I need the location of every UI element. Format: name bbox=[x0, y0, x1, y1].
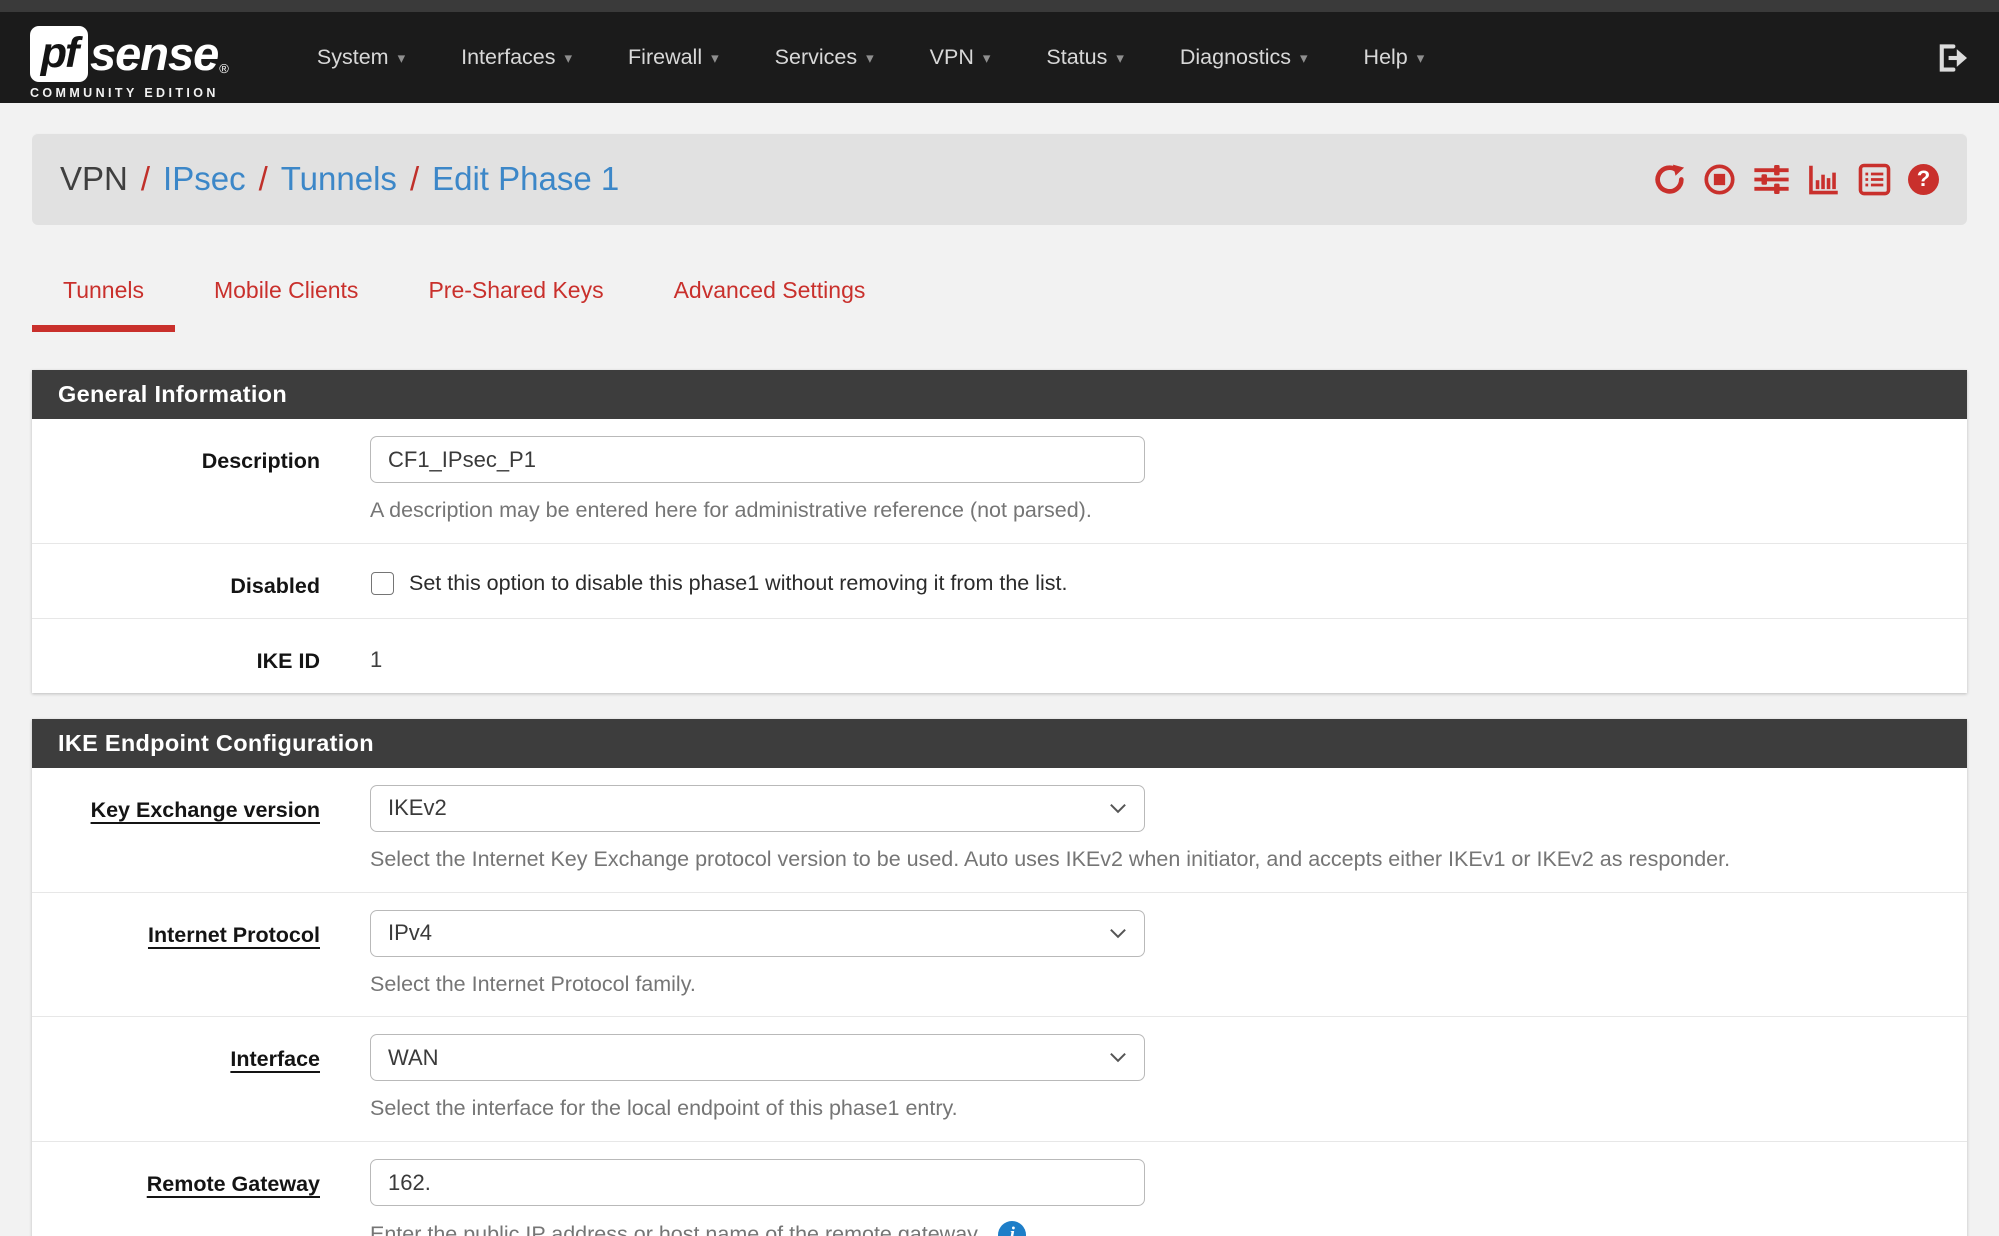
status-chart-icon[interactable] bbox=[1807, 163, 1841, 196]
interface-select[interactable]: WAN bbox=[370, 1034, 1145, 1081]
key-exchange-version-label: Key Exchange version bbox=[32, 785, 320, 873]
breadcrumb: VPN / IPsec / Tunnels / Edit Phase 1 bbox=[60, 160, 619, 198]
tab-pre-shared-keys[interactable]: Pre-Shared Keys bbox=[397, 277, 634, 332]
chevron-down-icon: ▾ bbox=[1417, 49, 1425, 67]
info-icon: i bbox=[998, 1221, 1026, 1236]
disabled-checkbox-label: Set this option to disable this phase1 w… bbox=[409, 571, 1067, 596]
menu-item-firewall[interactable]: Firewall▾ bbox=[600, 12, 747, 103]
section-title: IKE Endpoint Configuration bbox=[32, 719, 1967, 768]
remote-gateway-help: Enter the public IP address or host name… bbox=[370, 1221, 1967, 1236]
chevron-down-icon: ▾ bbox=[398, 49, 406, 67]
top-strip bbox=[0, 0, 1999, 12]
description-help: A description may be entered here for ad… bbox=[370, 498, 1967, 524]
form-row-key-exchange-version: Key Exchange version IKEv2 Select the In… bbox=[32, 768, 1967, 893]
interface-help: Select the interface for the local endpo… bbox=[370, 1096, 1967, 1122]
internet-protocol-select[interactable]: IPv4 bbox=[370, 910, 1145, 957]
description-label: Description bbox=[32, 436, 320, 524]
logout-icon[interactable] bbox=[1935, 43, 1969, 73]
refresh-icon[interactable] bbox=[1653, 163, 1686, 196]
sliders-icon[interactable] bbox=[1753, 163, 1790, 196]
tab-advanced-settings[interactable]: Advanced Settings bbox=[643, 277, 897, 332]
chevron-down-icon: ▾ bbox=[711, 49, 719, 67]
disabled-label: Disabled bbox=[32, 561, 320, 599]
chevron-down-icon bbox=[1109, 803, 1127, 814]
breadcrumb-link-edit-phase-1[interactable]: Edit Phase 1 bbox=[432, 160, 619, 198]
form-row-description: Description A description may be entered… bbox=[32, 419, 1967, 544]
remote-gateway-input[interactable] bbox=[370, 1159, 1145, 1206]
chevron-down-icon bbox=[1109, 1052, 1127, 1063]
chevron-down-icon bbox=[1109, 928, 1127, 939]
ike-id-label: IKE ID bbox=[32, 636, 320, 674]
pfsense-page: pf sense ® COMMUNITY EDITION System▾ Int… bbox=[0, 0, 1999, 1236]
disabled-checkbox[interactable] bbox=[371, 572, 394, 595]
menu-item-help[interactable]: Help▾ bbox=[1336, 12, 1453, 103]
menu-item-system[interactable]: System▾ bbox=[289, 12, 433, 103]
main-menu: System▾ Interfaces▾ Firewall▾ Services▾ … bbox=[289, 12, 1452, 103]
pfsense-logo[interactable]: pf sense ® COMMUNITY EDITION bbox=[30, 26, 229, 100]
chevron-down-icon: ▾ bbox=[866, 49, 874, 67]
top-navbar: pf sense ® COMMUNITY EDITION System▾ Int… bbox=[0, 12, 1999, 103]
menu-item-status[interactable]: Status▾ bbox=[1018, 12, 1151, 103]
brand-subtitle: COMMUNITY EDITION bbox=[30, 86, 229, 100]
form-row-internet-protocol: Internet Protocol IPv4 Select the Intern… bbox=[32, 893, 1967, 1018]
chevron-down-icon: ▾ bbox=[1116, 49, 1124, 67]
brand-registered-mark: ® bbox=[219, 61, 229, 76]
section-title: General Information bbox=[32, 370, 1967, 419]
breadcrumb-vpn: VPN bbox=[60, 160, 128, 198]
key-exchange-version-select[interactable]: IKEv2 bbox=[370, 785, 1145, 832]
menu-item-services[interactable]: Services▾ bbox=[747, 12, 902, 103]
chevron-down-icon: ▾ bbox=[1300, 49, 1308, 67]
tab-tunnels[interactable]: Tunnels bbox=[32, 277, 175, 332]
breadcrumb-link-tunnels[interactable]: Tunnels bbox=[281, 160, 397, 198]
selected-value: WAN bbox=[388, 1045, 439, 1071]
form-row-interface: Interface WAN Select the interface for t… bbox=[32, 1017, 1967, 1142]
chevron-down-icon: ▾ bbox=[565, 49, 573, 67]
form-row-ike-id: IKE ID 1 bbox=[32, 619, 1967, 693]
stop-icon[interactable] bbox=[1703, 163, 1736, 196]
breadcrumb-bar: VPN / IPsec / Tunnels / Edit Phase 1 bbox=[32, 133, 1967, 225]
form-row-remote-gateway: Remote Gateway Enter the public IP addre… bbox=[32, 1142, 1967, 1236]
brand-sense-text: sense bbox=[90, 26, 218, 81]
description-input[interactable] bbox=[370, 436, 1145, 483]
chevron-down-icon: ▾ bbox=[983, 49, 991, 67]
key-exchange-version-help: Select the Internet Key Exchange protoco… bbox=[370, 847, 1967, 873]
help-icon[interactable]: ? bbox=[1908, 164, 1939, 195]
interface-label: Interface bbox=[32, 1034, 320, 1122]
page-action-icons: ? bbox=[1653, 163, 1939, 196]
remote-gateway-label: Remote Gateway bbox=[32, 1159, 320, 1236]
selected-value: IKEv2 bbox=[388, 795, 447, 821]
panel-general-information: General Information Description A descri… bbox=[32, 370, 1967, 693]
pf-logo-box: pf bbox=[30, 26, 88, 82]
menu-item-diagnostics[interactable]: Diagnostics▾ bbox=[1152, 12, 1336, 103]
breadcrumb-link-ipsec[interactable]: IPsec bbox=[163, 160, 246, 198]
tab-mobile-clients[interactable]: Mobile Clients bbox=[183, 277, 389, 332]
internet-protocol-label: Internet Protocol bbox=[32, 910, 320, 998]
log-list-icon[interactable] bbox=[1858, 163, 1891, 196]
internet-protocol-help: Select the Internet Protocol family. bbox=[370, 972, 1967, 998]
panel-ike-endpoint-configuration: IKE Endpoint Configuration Key Exchange … bbox=[32, 719, 1967, 1236]
menu-item-vpn[interactable]: VPN▾ bbox=[902, 12, 1019, 103]
menu-item-interfaces[interactable]: Interfaces▾ bbox=[433, 12, 600, 103]
form-row-disabled: Disabled Set this option to disable this… bbox=[32, 544, 1967, 619]
tab-bar: Tunnels Mobile Clients Pre-Shared Keys A… bbox=[32, 277, 1967, 332]
ike-id-value: 1 bbox=[370, 636, 1967, 673]
selected-value: IPv4 bbox=[388, 920, 432, 946]
